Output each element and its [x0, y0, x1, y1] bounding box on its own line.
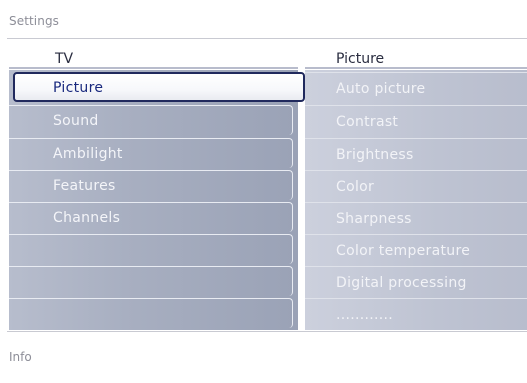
submenu-item-label: Sharpness [336, 211, 412, 227]
submenu-item-digital-processing[interactable]: Digital processing [305, 266, 527, 296]
submenu-item-label: Contrast [336, 114, 399, 130]
right-header-divider [305, 67, 527, 69]
submenu-item-more[interactable]: ............ [305, 298, 527, 328]
submenu-item-label: Color temperature [336, 243, 471, 259]
menu-item-sound[interactable]: Sound [9, 105, 293, 135]
menu-item-label: Ambilight [53, 146, 123, 162]
menu-title: Settings [9, 14, 60, 28]
left-header-divider [9, 67, 298, 69]
menu-item-channels[interactable]: Channels [9, 202, 293, 232]
submenu-item-auto-picture[interactable]: Auto picture [305, 72, 527, 102]
submenu-item-sharpness[interactable]: Sharpness [305, 202, 527, 232]
info-divider [7, 331, 527, 332]
submenu-item-label: Digital processing [336, 275, 467, 291]
submenu-item-color-temperature[interactable]: Color temperature [305, 234, 527, 264]
menu-item-features[interactable]: Features [9, 170, 293, 200]
submenu-item-label: Color [336, 179, 375, 195]
menu-item-label: Picture [53, 80, 104, 96]
menu-item-empty [9, 234, 293, 264]
menu-item-label: Sound [53, 113, 99, 129]
submenu-item-contrast[interactable]: Contrast [305, 105, 527, 135]
submenu-item-label: Brightness [336, 147, 414, 163]
main-menu-list: Picture Sound Ambilight Features Channel… [9, 70, 305, 330]
submenu-item-color[interactable]: Color [305, 170, 527, 200]
top-divider [7, 38, 527, 39]
top-bar: Settings [0, 0, 527, 39]
menu-item-picture[interactable]: Picture [13, 72, 305, 102]
right-column-header: Picture [336, 51, 385, 67]
menu-item-label: Features [53, 178, 116, 194]
submenu-item-label: ............ [336, 307, 394, 323]
submenu-item-label: Auto picture [336, 81, 426, 97]
menu-item-label: Channels [53, 210, 121, 226]
submenu-list: Auto picture Contrast Brightness Color S… [305, 70, 527, 330]
info-label: Info [9, 350, 32, 364]
tv-settings-menu: Settings TV Picture Picture Sound Ambili… [0, 0, 527, 383]
menu-item-empty [9, 298, 293, 328]
menu-item-ambilight[interactable]: Ambilight [9, 138, 293, 168]
left-column-header: TV [55, 51, 74, 67]
menu-item-empty [9, 266, 293, 296]
submenu-item-brightness[interactable]: Brightness [305, 138, 527, 168]
